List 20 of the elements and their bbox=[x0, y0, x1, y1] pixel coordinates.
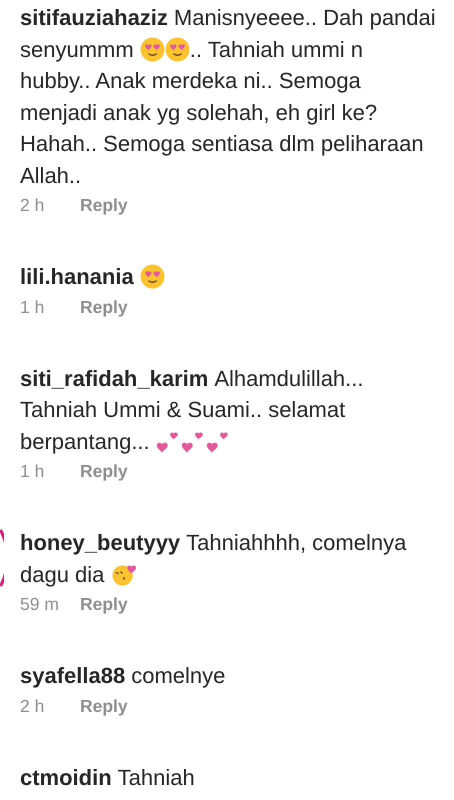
heart-eyes-emoji-icon bbox=[140, 36, 165, 62]
username-link[interactable]: sitifauziahaziz bbox=[20, 5, 168, 30]
username-link[interactable]: ctmoidin bbox=[20, 764, 112, 790]
comment-text: sitifauziahaziz Manisnyeeee.. Dah pandai senyummm .. Tahniah ummi n hubby.. Anak merdeka ni.. Semoga menjadi anak yg solehah, eh girl ke? Hahah.. Semoga sentiasa dlm peliharaan Allah.. bbox=[20, 4, 437, 190]
comment-text: syafella88 comelnye bbox=[20, 662, 226, 690]
timestamp: 59 m bbox=[20, 593, 60, 616]
username-link[interactable]: honey_beutyyy bbox=[20, 530, 180, 555]
avatar-ring[interactable] bbox=[0, 529, 4, 587]
heart-eyes-emoji-icon bbox=[164, 36, 190, 62]
timestamp: 1 h bbox=[20, 296, 46, 318]
timestamp: 1 h bbox=[20, 460, 46, 483]
timestamp: 2 h bbox=[20, 194, 46, 217]
username-link[interactable]: lili.hanania bbox=[20, 264, 134, 289]
timestamp: 2 h bbox=[20, 694, 46, 718]
comment-text: honey_beutyyy Tahniahhhh, comelnya dagu dia bbox=[20, 529, 408, 589]
heart-eyes-emoji-icon bbox=[140, 264, 165, 289]
comment-text: siti_rafidah_karim Alhamdulillah... Tahniah Ummi & Suami.. selamat berpantang... bbox=[20, 364, 364, 456]
username-link[interactable]: siti_rafidah_karim bbox=[20, 366, 208, 390]
username-link[interactable]: syafella88 bbox=[20, 663, 126, 688]
comment-text: ctmoidin Tahniah bbox=[20, 764, 196, 792]
